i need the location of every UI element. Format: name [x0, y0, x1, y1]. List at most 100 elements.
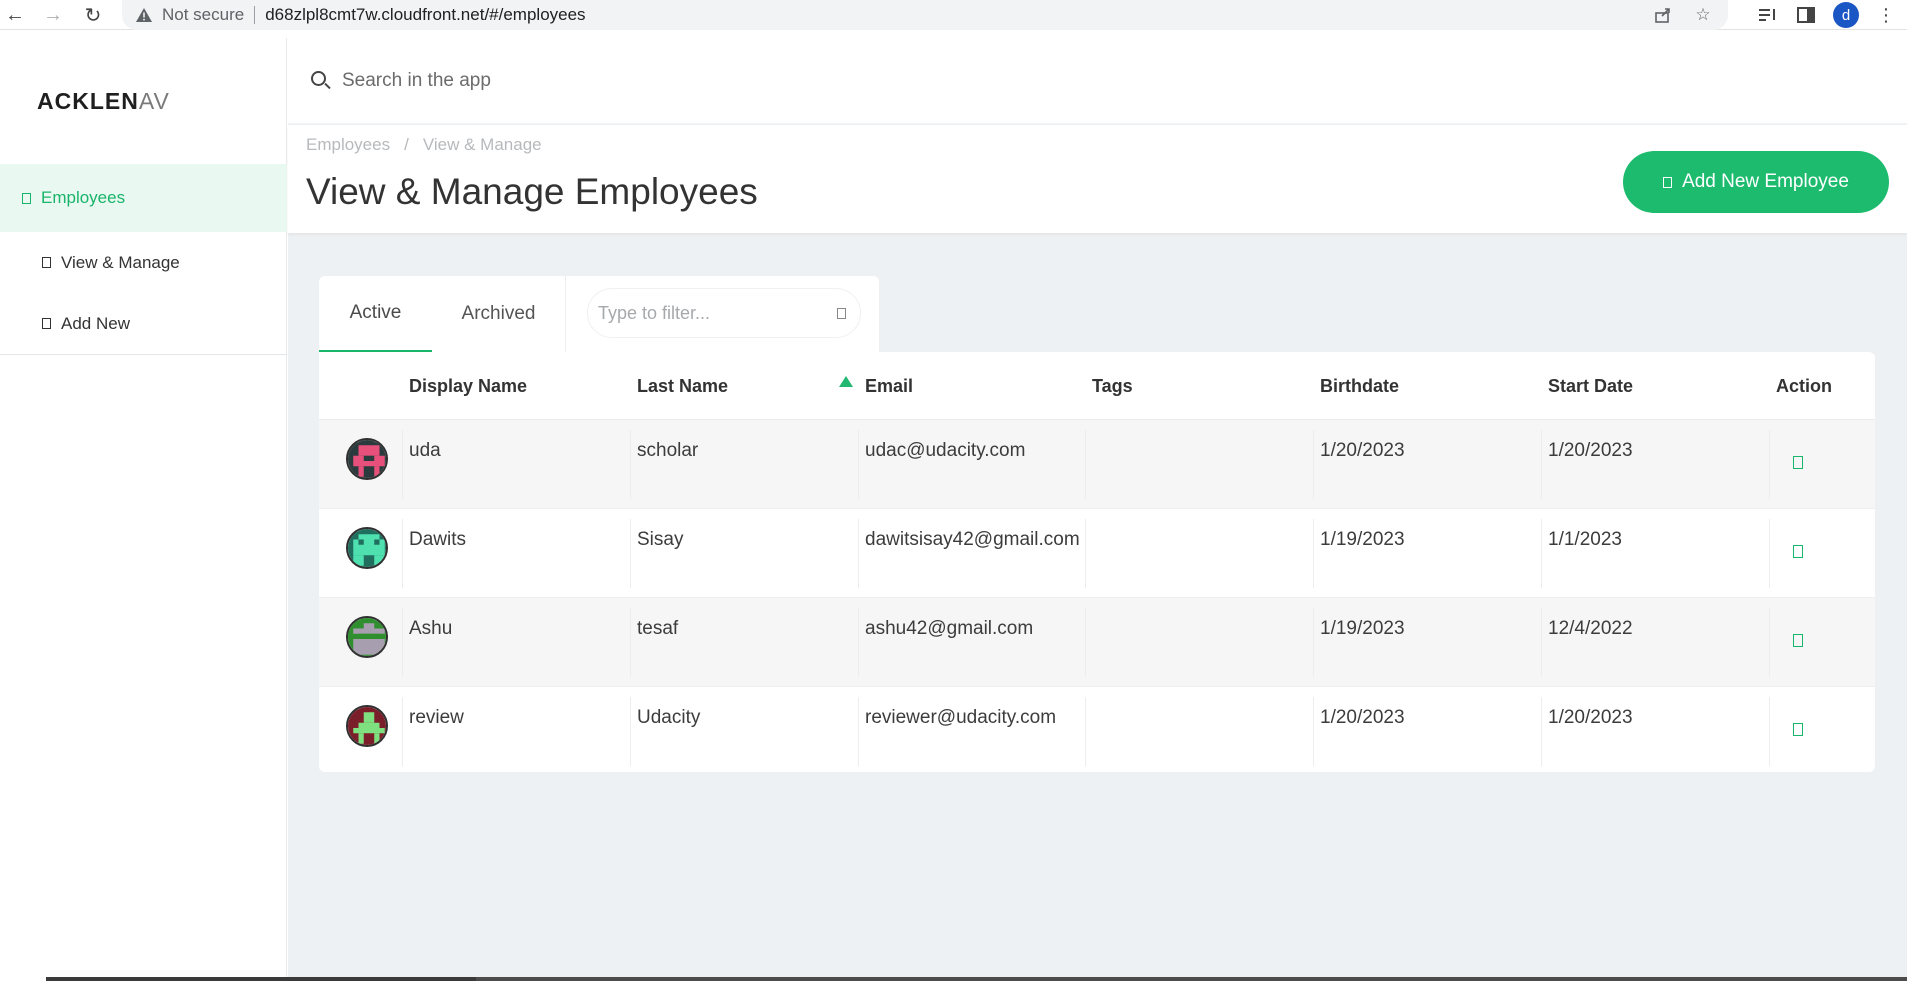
scrollbar-segment [476, 977, 1907, 981]
column-divider [1313, 519, 1314, 588]
column-divider [1313, 608, 1314, 677]
cell-start-date: 1/20/2023 [1548, 707, 1633, 728]
side-panel-icon[interactable] [1795, 2, 1817, 28]
column-divider [1085, 697, 1086, 766]
column-header-birthdate[interactable]: Birthdate [1320, 352, 1399, 420]
column-divider [630, 608, 631, 677]
column-divider [630, 697, 631, 766]
forward-arrow-icon[interactable]: → [40, 2, 66, 28]
address-divider [254, 6, 256, 24]
cell-display-name: Ashu [409, 618, 453, 639]
search-input[interactable]: Search in the app [342, 70, 491, 92]
cell-last-name: Udacity [637, 707, 701, 728]
sidebar-item-label: Employees [41, 188, 126, 207]
breadcrumb-separator: / [404, 135, 409, 154]
tab-active[interactable]: Active [319, 276, 432, 352]
column-divider [1769, 430, 1770, 499]
column-divider [630, 519, 631, 588]
view-manage-icon [42, 257, 51, 268]
app-search-bar[interactable]: Search in the app [288, 38, 1907, 124]
table-row[interactable]: Ashu tesaf ashu42@gmail.com 1/19/2023 12… [319, 598, 1875, 687]
table-row[interactable]: uda scholar udac@udacity.com 1/20/2023 1… [319, 420, 1875, 509]
share-icon[interactable] [1652, 4, 1674, 26]
employees-icon [22, 192, 31, 204]
url-text[interactable]: d68zlpl8cmt7w.cloudfront.net/#/employees [265, 5, 585, 25]
horizontal-scrollbar[interactable] [0, 977, 1907, 981]
table-row[interactable]: Dawits Sisay dawitsisay42@gmail.com 1/19… [319, 509, 1875, 598]
row-action-icon[interactable] [1793, 456, 1803, 469]
logo[interactable]: ACKLENAV [37, 88, 170, 115]
profile-avatar[interactable]: d [1833, 2, 1859, 28]
sidebar-item-view-manage[interactable]: View & Manage [0, 232, 287, 293]
filter-icon[interactable] [837, 307, 846, 319]
column-divider [402, 608, 403, 677]
table-row[interactable]: review Udacity reviewer@udacity.com 1/20… [319, 687, 1875, 772]
bookmark-star-icon[interactable]: ☆ [1692, 4, 1714, 26]
reload-icon[interactable]: ↻ [80, 2, 106, 28]
cell-email: ashu42@gmail.com [865, 618, 1034, 639]
cell-email: dawitsisay42@gmail.com [865, 529, 1080, 550]
row-action-icon[interactable] [1793, 545, 1803, 558]
column-header-email[interactable]: Email [865, 352, 913, 420]
column-header-tags[interactable]: Tags [1092, 352, 1133, 420]
filter-field[interactable] [587, 288, 861, 338]
page-title: View & Manage Employees [306, 171, 758, 212]
sidebar-item-label: View & Manage [61, 252, 180, 272]
main-content: Search in the app Employees / View & Man… [288, 38, 1907, 981]
address-bar[interactable]: Not secure d68zlpl8cmt7w.cloudfront.net/… [122, 0, 1728, 30]
table-header: Display Name Last Name Email Tags Birthd… [319, 352, 1875, 420]
sort-ascending-icon[interactable] [839, 376, 853, 387]
column-header-last-name[interactable]: Last Name [637, 352, 728, 420]
filter-input[interactable] [598, 302, 818, 324]
cell-birthdate: 1/20/2023 [1320, 707, 1405, 728]
column-divider [1541, 697, 1542, 766]
back-arrow-icon[interactable]: ← [2, 2, 28, 28]
employees-table: Display Name Last Name Email Tags Birthd… [319, 352, 1875, 772]
column-divider [1769, 697, 1770, 766]
more-menu-icon[interactable]: ⋮ [1875, 2, 1897, 28]
cell-display-name: review [409, 707, 464, 728]
column-divider [858, 608, 859, 677]
cell-email: udac@udacity.com [865, 440, 1026, 461]
search-icon [310, 70, 332, 92]
cell-start-date: 12/4/2022 [1548, 618, 1633, 639]
column-divider [1085, 430, 1086, 499]
row-action-icon[interactable] [1793, 634, 1803, 647]
cell-last-name: scholar [637, 440, 699, 461]
add-new-employee-label: Add New Employee [1682, 171, 1849, 192]
add-new-icon [42, 318, 51, 329]
column-divider [402, 430, 403, 499]
warning-triangle-icon [136, 7, 152, 23]
avatar [346, 705, 388, 747]
sidebar-item-employees[interactable]: Employees [0, 164, 287, 232]
security-status[interactable]: Not secure [162, 5, 244, 25]
column-header-action: Action [1776, 375, 1832, 396]
row-action-icon[interactable] [1793, 723, 1803, 736]
scrollbar-segment [46, 977, 476, 981]
cell-birthdate: 1/20/2023 [1320, 440, 1405, 461]
reading-list-icon[interactable] [1757, 2, 1779, 28]
breadcrumb-view-manage[interactable]: View & Manage [423, 135, 542, 155]
cell-start-date: 1/20/2023 [1548, 440, 1633, 461]
column-divider [1085, 608, 1086, 677]
breadcrumb-employees[interactable]: Employees [306, 135, 390, 155]
column-divider [402, 697, 403, 766]
table-body: uda scholar udac@udacity.com 1/20/2023 1… [319, 420, 1875, 772]
avatar [346, 527, 388, 569]
avatar [346, 616, 388, 658]
add-new-employee-button[interactable]: Add New Employee [1623, 151, 1889, 213]
cell-last-name: tesaf [637, 618, 679, 639]
column-header-display-name[interactable]: Display Name [409, 352, 527, 420]
cell-email: reviewer@udacity.com [865, 707, 1057, 728]
column-divider [630, 430, 631, 499]
cell-display-name: Dawits [409, 529, 467, 550]
sidebar-item-add-new[interactable]: Add New [0, 293, 287, 354]
column-divider [1541, 519, 1542, 588]
column-divider [1313, 430, 1314, 499]
column-divider [1541, 608, 1542, 677]
browser-toolbar: ← → ↻ Not secure d68zlpl8cmt7w.cloudfron… [0, 0, 1907, 30]
cell-last-name: Sisay [637, 529, 684, 550]
tab-archived[interactable]: Archived [432, 276, 566, 352]
sidebar-item-label: Add New [61, 313, 130, 333]
column-header-start-date[interactable]: Start Date [1548, 352, 1633, 420]
